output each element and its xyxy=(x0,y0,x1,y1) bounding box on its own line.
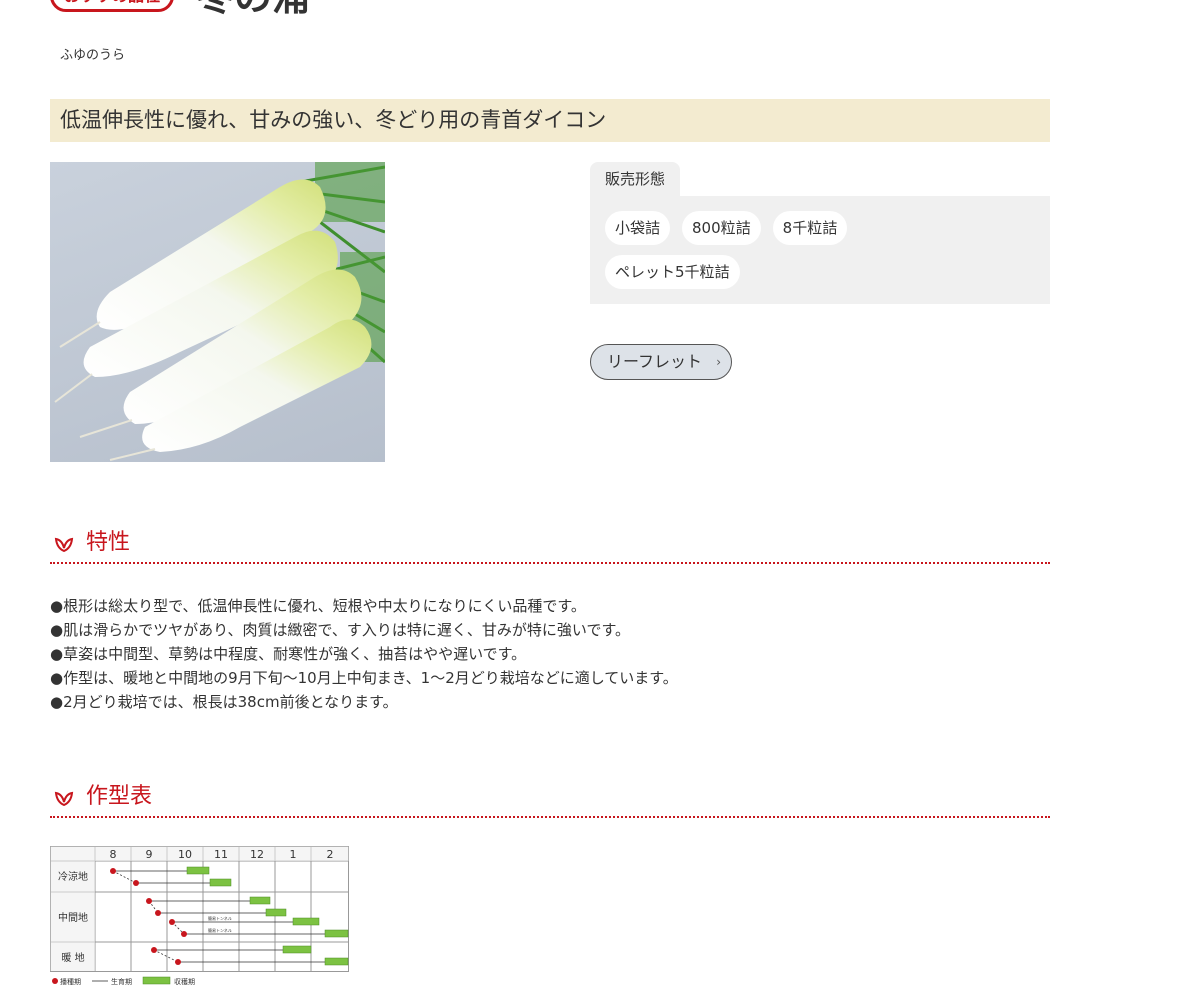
catch-copy: 低温伸長性に優れ、甘みの強い、冬どり用の青首ダイコン xyxy=(50,99,1050,142)
tunnel-label: 簡易トンネル xyxy=(208,915,232,921)
feature-item: ●草姿は中間型、草勢は中程度、耐寒性が強く、抽苔はやや遅いです。 xyxy=(50,645,527,663)
leaflet-button[interactable]: リーフレット › xyxy=(590,344,732,380)
region-label: 中間地 xyxy=(58,911,88,924)
month-label: 8 xyxy=(110,848,117,861)
product-page: おすすめ品種 冬の浦 ふゆのうら 低温伸長性に優れ、甘みの強い、冬どり用の青首ダ… xyxy=(50,0,1050,1000)
region-label: 暖 地 xyxy=(61,951,84,964)
month-label: 2 xyxy=(327,848,334,861)
cropping-heading-text: 作型表 xyxy=(86,784,153,809)
product-reading: ふゆのうら xyxy=(60,48,126,63)
features-heading-text: 特性 xyxy=(86,530,131,555)
tunnel-label: 簡易トンネル xyxy=(208,927,232,933)
month-label: 12 xyxy=(250,848,264,861)
sales-form-chip: 小袋詰 xyxy=(605,211,671,245)
product-photo xyxy=(50,162,385,462)
feature-item: ●肌は滑らかでツヤがあり、肉質は緻密で、す入りは特に遅く、甘みが特に強いです。 xyxy=(50,621,630,639)
sales-forms-panel: 販売形態 小袋詰 800粒詰 8千粒詰 ペレット5千粒詰 xyxy=(590,162,1050,304)
month-label: 9 xyxy=(146,848,153,861)
feature-item: ●根形は総太り型で、低温伸長性に優れ、短根や中太りになりにくい品種です。 xyxy=(50,597,586,615)
leaf-icon xyxy=(54,537,74,552)
region-label: 冷涼地 xyxy=(58,870,88,883)
sales-forms-box: 小袋詰 800粒詰 8千粒詰 ペレット5千粒詰 xyxy=(590,196,1050,304)
feature-item: ●2月どり栽培では、根長は38cm前後となります。 xyxy=(50,693,398,711)
legend-sowing: 播種期 xyxy=(60,977,81,986)
leaflet-label: リーフレット xyxy=(607,352,703,371)
legend-growth: 生育期 xyxy=(111,977,132,986)
sales-form-chip: ペレット5千粒詰 xyxy=(605,255,740,289)
radish-illustration xyxy=(54,162,385,461)
sales-form-chip: 8千粒詰 xyxy=(772,211,848,245)
chevron-right-icon: › xyxy=(716,355,721,369)
sales-forms-tab: 販売形態 xyxy=(590,162,681,196)
sales-form-chip: 800粒詰 xyxy=(682,211,761,245)
product-name: 冬の浦 xyxy=(196,0,310,22)
month-label: 11 xyxy=(214,848,228,861)
cropping-heading: 作型表 xyxy=(50,780,1050,818)
cropping-table: 8 9 10 11 12 1 2 冷涼地 中間地 暖 地 簡易トンネル 簡易トン… xyxy=(50,846,349,986)
month-label: 1 xyxy=(290,848,297,861)
recommend-badge: おすすめ品種 xyxy=(50,0,174,12)
features-heading: 特性 xyxy=(50,526,1050,564)
legend-harvest: 収穫期 xyxy=(174,977,195,986)
month-label: 10 xyxy=(178,848,192,861)
features-list: ●根形は総太り型で、低温伸長性に優れ、短根や中太りになりにくい品種です。 ●肌は… xyxy=(50,594,678,714)
leaf-icon xyxy=(54,791,74,806)
feature-item: ●作型は、暖地と中間地の9月下旬〜10月上中旬まき、1〜2月どり栽培などに適して… xyxy=(50,669,678,687)
